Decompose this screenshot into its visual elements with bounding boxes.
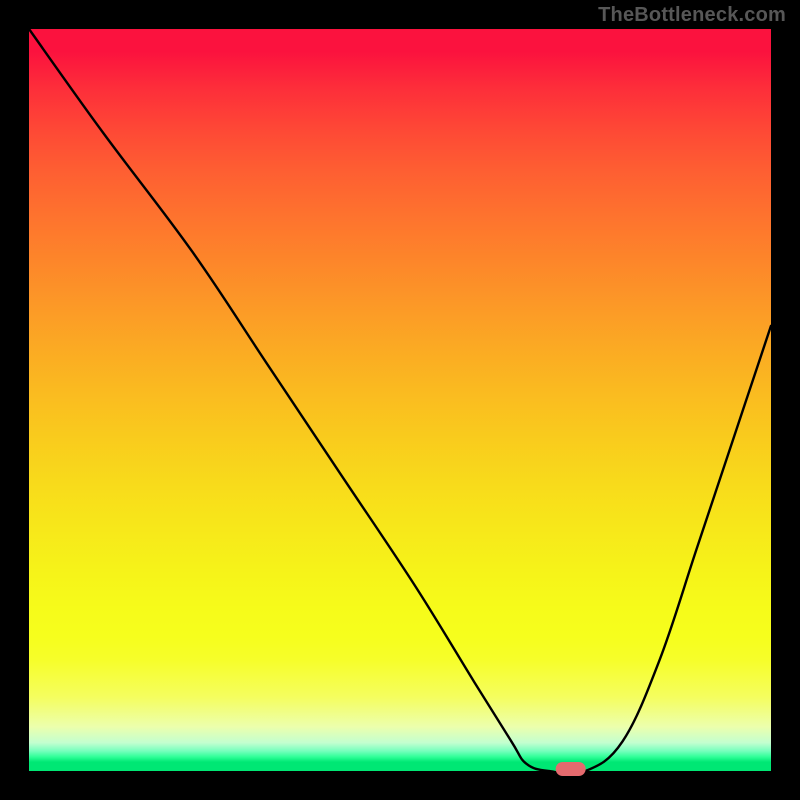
optimum-marker xyxy=(556,762,586,776)
chart-stage: TheBottleneck.com xyxy=(0,0,800,800)
bottleneck-curve xyxy=(29,29,771,774)
watermark-text: TheBottleneck.com xyxy=(598,4,786,27)
plot-area xyxy=(29,29,771,771)
curve-svg xyxy=(29,29,771,771)
